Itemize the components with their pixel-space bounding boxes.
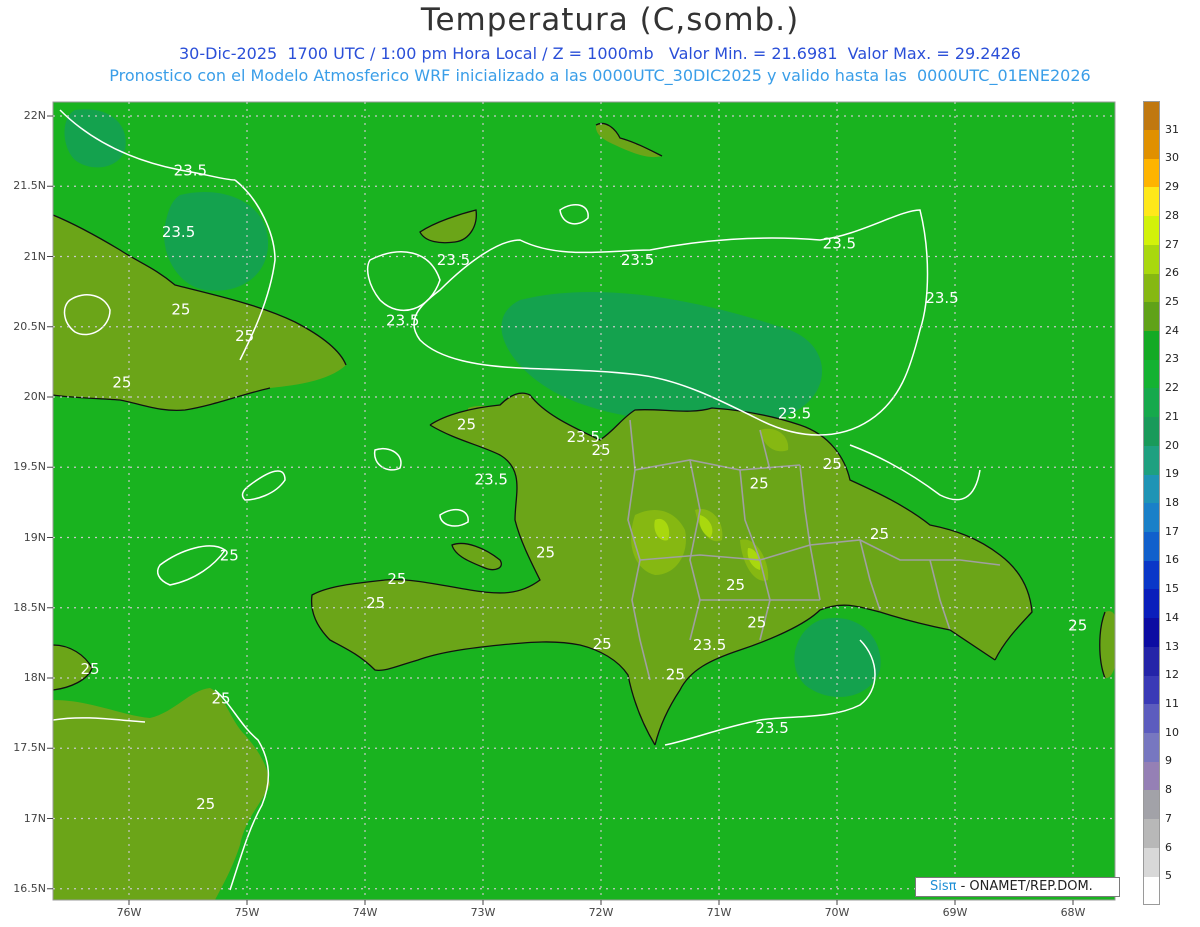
- contour-label: 25: [366, 594, 385, 612]
- contour-label: 23.5: [823, 234, 856, 252]
- contour-label: 25: [220, 546, 239, 564]
- colorbar-label: 30: [1165, 151, 1179, 165]
- latitude-label: 22N: [23, 109, 46, 122]
- colorbar-label: 7: [1165, 811, 1172, 825]
- contour-label: 23.5: [693, 636, 726, 654]
- contour-label: 23.5: [475, 470, 508, 488]
- colorbar-label: 6: [1165, 840, 1172, 854]
- colorbar-label: 22: [1165, 381, 1179, 395]
- latitude-label: 16.5N: [13, 881, 46, 895]
- colorbar-label: 19: [1165, 467, 1179, 481]
- colorbar-label: 15: [1165, 582, 1179, 596]
- contour-label: 23.5: [162, 223, 195, 241]
- longitude-label: 73W: [470, 906, 496, 919]
- colorbar-label: 25: [1165, 295, 1179, 308]
- contour-label: 25: [823, 455, 842, 473]
- latitude-label: 21.5N: [13, 179, 46, 193]
- contour-label: 25: [211, 690, 230, 708]
- longitude-label: 70W: [824, 906, 850, 919]
- contour-label: 25: [726, 576, 745, 594]
- colorbar-label: 23: [1165, 352, 1179, 366]
- contour-label: 25: [536, 543, 555, 561]
- colorbar-label: 16: [1165, 553, 1179, 567]
- contour-label: 25: [747, 614, 766, 632]
- colorbar-label: 27: [1165, 237, 1179, 251]
- contour-label: 25: [593, 635, 612, 653]
- contour-label: 25: [235, 327, 254, 345]
- longitude-label: 76W: [116, 906, 142, 919]
- colorbar-label: 17: [1165, 524, 1179, 538]
- contour-label: 25: [196, 795, 215, 813]
- temperature-map: 23.5 23.5 23.5 23.5 23.5 23.5 23.5 23.5 23.5 23.5…: [47, 101, 1116, 905]
- contour-label: 25: [387, 570, 406, 588]
- colorbar-label: 11: [1165, 697, 1179, 710]
- contour-label: 25: [171, 300, 190, 318]
- latitude-label: 17.5N: [13, 741, 46, 755]
- colorbar-label: 28: [1165, 208, 1179, 222]
- contour-label: 23.5: [174, 161, 207, 179]
- colorbar-label: 18: [1165, 496, 1179, 509]
- longitude-label: 75W: [234, 906, 260, 919]
- latitude-label: 21N: [23, 249, 46, 263]
- colorbar-label: 13: [1165, 639, 1179, 653]
- colorbar-label: 21: [1165, 409, 1179, 423]
- credit-org: - ONAMET/REP.DOM.: [960, 879, 1093, 894]
- longitude-label: 71W: [706, 906, 732, 919]
- latitude-label: 19N: [23, 530, 46, 544]
- colorbar-label: 5: [1165, 869, 1172, 883]
- credit-box: Sisπ - ONAMET/REP.DOM.: [915, 877, 1120, 897]
- contour-label: 23.5: [621, 251, 654, 269]
- contour-label: 23.5: [437, 251, 470, 269]
- contour-label: 25: [112, 373, 131, 391]
- colorbar-label: 10: [1165, 725, 1179, 739]
- contour-label: 25: [81, 660, 100, 678]
- contour-label: 23.5: [755, 719, 788, 737]
- contour-label: 25: [870, 525, 889, 543]
- colorbar-label: 20: [1165, 438, 1179, 452]
- credit-brand: Sisπ: [930, 879, 957, 894]
- contour-label: 23.5: [386, 312, 419, 330]
- colorbar-label: 24: [1165, 323, 1179, 337]
- contour-label: 25: [457, 416, 476, 434]
- contour-label: 23.5: [778, 404, 811, 422]
- contour-label: 25: [666, 666, 685, 684]
- colorbar-label: 12: [1165, 668, 1179, 682]
- latitude-label: 20N: [23, 390, 46, 403]
- colorbar-label: 14: [1165, 610, 1179, 624]
- latitude-label: 19.5N: [13, 460, 46, 474]
- latitude-label: 20.5N: [13, 319, 46, 333]
- colorbar-label: 31: [1165, 122, 1179, 136]
- colorbar-label: 26: [1165, 266, 1179, 280]
- colorbar-label: 9: [1165, 754, 1172, 768]
- longitude-label: 72W: [588, 906, 614, 919]
- colorbar-frame: [1143, 101, 1160, 905]
- longitude-label: 68W: [1060, 906, 1086, 919]
- latitude-label: 18N: [23, 671, 46, 684]
- contour-label: 25: [750, 475, 769, 493]
- contour-label: 23.5: [925, 289, 958, 307]
- colorbar-label: 8: [1165, 783, 1172, 797]
- longitude-label: 69W: [942, 906, 968, 919]
- temperature-colorbar: 5 6 7 8 9 10 11 12 13 14 15 16 17 18 19 20 21 22 23 24 25 26 2…: [1143, 101, 1193, 907]
- longitude-label: 74W: [352, 906, 378, 919]
- contour-label: 25: [1068, 617, 1087, 635]
- contour-label: 25: [591, 441, 610, 459]
- colorbar-label: 29: [1165, 180, 1179, 194]
- latitude-label: 18.5N: [13, 600, 46, 614]
- latitude-label: 17N: [23, 811, 46, 825]
